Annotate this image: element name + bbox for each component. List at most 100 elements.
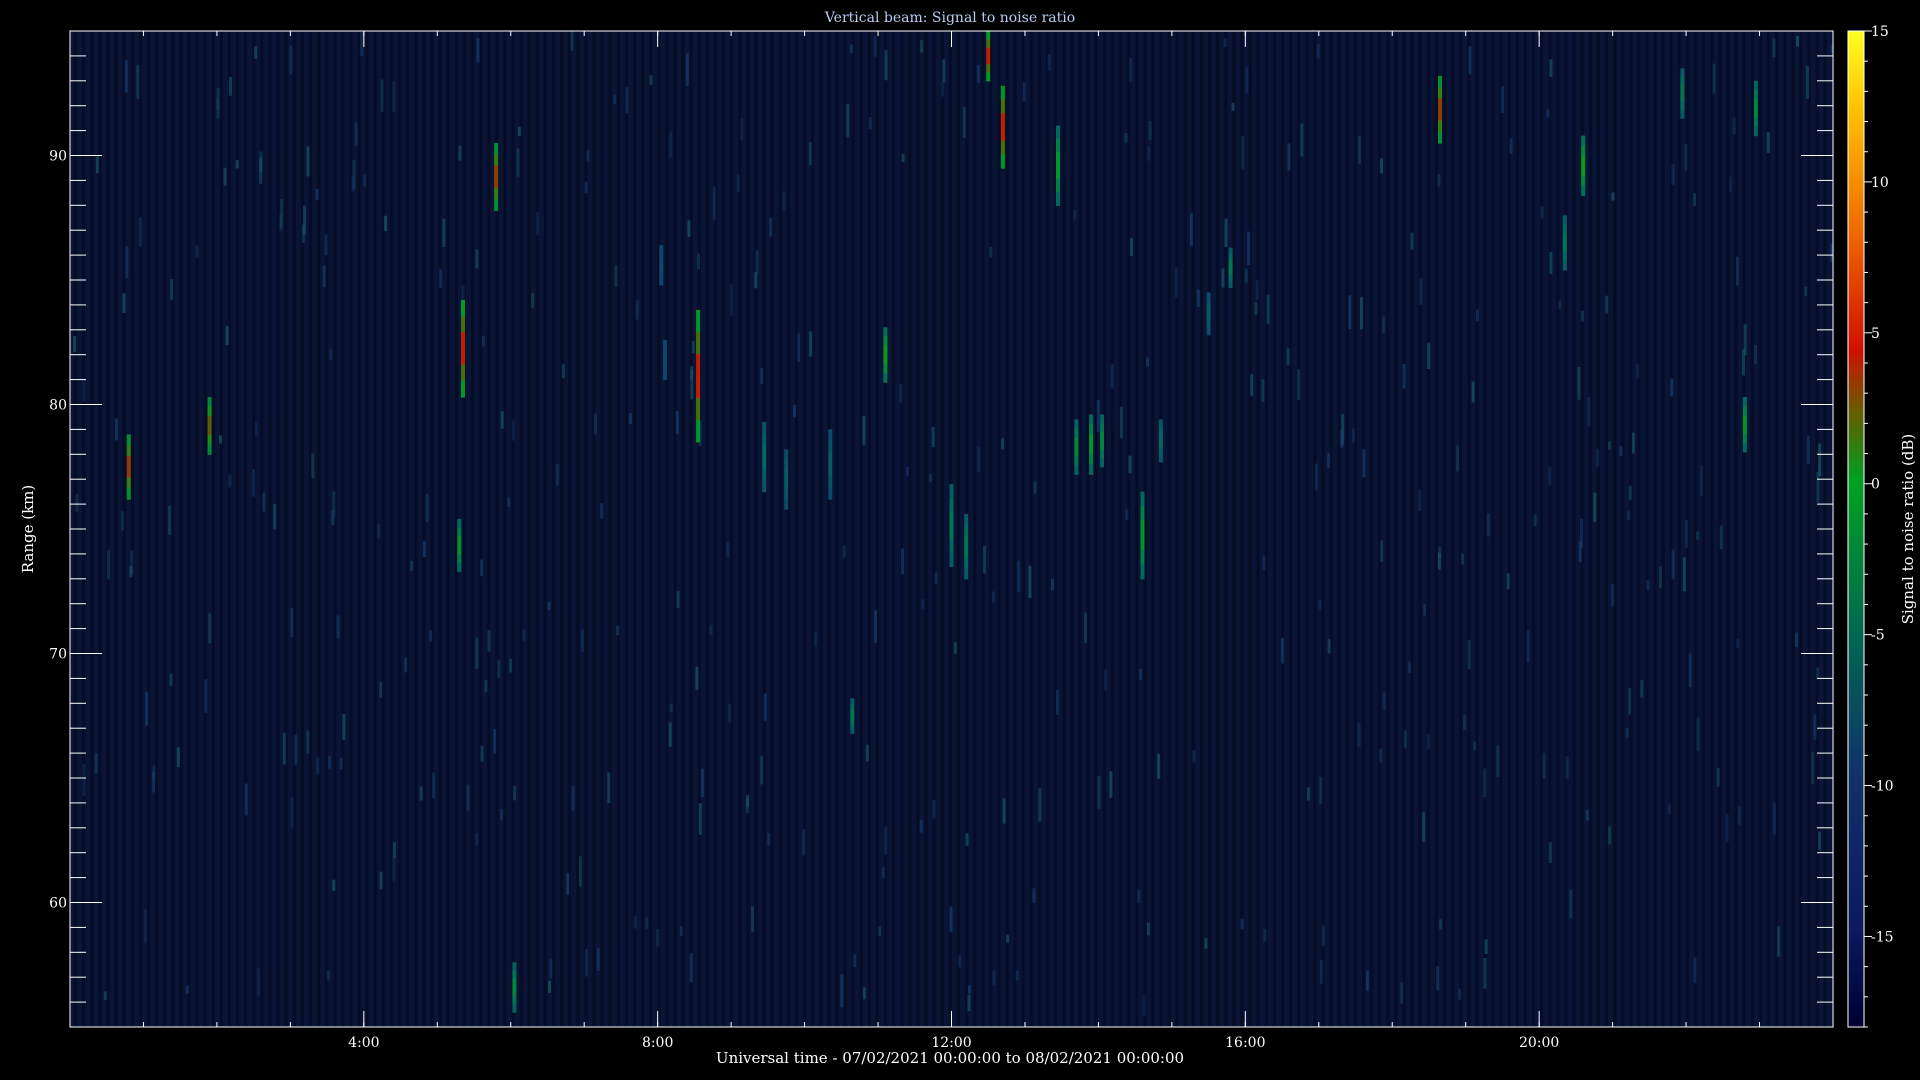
noise-streak: [306, 146, 310, 177]
noise-streak: [687, 220, 691, 237]
echo-segment: [828, 487, 833, 500]
data-gap-stripe: [114, 31, 118, 1027]
data-gap-stripe: [673, 31, 677, 1027]
data-gap-stripe: [1459, 31, 1463, 1027]
data-gap-stripe: [1418, 31, 1422, 1027]
echo-segment: [1000, 140, 1005, 155]
data-gap-stripe: [827, 31, 831, 1027]
data-gap-stripe: [1629, 31, 1633, 1027]
data-gap-stripe: [1702, 31, 1706, 1027]
noise-streak: [228, 474, 232, 488]
noise-streak: [1671, 164, 1675, 185]
data-gap-stripe: [438, 31, 442, 1027]
data-gap-stripe: [1224, 31, 1228, 1027]
noise-streak: [740, 118, 744, 140]
noise-streak: [555, 464, 559, 486]
echo-segment: [986, 39, 991, 49]
echo-segment: [1753, 108, 1758, 118]
data-gap-stripe: [155, 31, 159, 1027]
noise-streak: [649, 75, 653, 85]
noise-streak: [862, 415, 866, 446]
noise-streak: [1688, 653, 1692, 688]
noise-streak: [1119, 406, 1123, 439]
noise-streak: [1017, 560, 1021, 592]
data-gap-stripe: [203, 31, 207, 1027]
noise-streak: [1628, 485, 1632, 500]
echo-segment: [949, 552, 954, 567]
noise-streak: [475, 637, 479, 669]
x-tick-label: 4:00: [348, 1035, 379, 1051]
echo-segment: [663, 359, 667, 367]
noise-streak: [136, 65, 140, 99]
echo-segment: [1438, 98, 1442, 110]
noise-streak: [1754, 344, 1757, 365]
noise-streak: [570, 31, 574, 51]
echo-segment: [1158, 419, 1163, 428]
echo-segment: [1438, 120, 1442, 133]
data-gap-stripe: [1613, 31, 1617, 1027]
noise-streak: [1587, 397, 1591, 427]
data-gap-stripe: [317, 31, 321, 1027]
noise-streak: [1549, 251, 1553, 274]
noise-streak: [1103, 669, 1107, 691]
noise-streak: [1548, 466, 1552, 486]
noise-streak: [679, 926, 683, 936]
echo-segment: [461, 380, 465, 398]
echo-segment: [1100, 423, 1105, 433]
echo-segment: [696, 375, 701, 399]
data-gap-stripe: [657, 31, 661, 1027]
noise-streak: [223, 167, 227, 186]
noise-streak: [1410, 232, 1414, 250]
echo-segment: [1158, 440, 1163, 449]
data-gap-stripe: [1046, 31, 1050, 1027]
echo-segment: [1140, 549, 1145, 565]
noise-streak: [122, 293, 126, 314]
noise-streak: [1605, 295, 1609, 314]
noise-streak: [992, 970, 996, 986]
noise-streak: [1402, 364, 1406, 389]
noise-streak: [1549, 59, 1553, 77]
data-gap-stripe: [1677, 31, 1681, 1027]
data-gap-stripe: [1596, 31, 1600, 1027]
colorbar-tick-label: 0: [1871, 477, 1880, 493]
noise-streak: [548, 980, 551, 993]
noise-streak: [1266, 294, 1270, 324]
noise-streak: [339, 757, 343, 770]
noise-streak: [942, 59, 946, 83]
data-gap-stripe: [592, 31, 596, 1027]
data-gap-stripe: [997, 31, 1001, 1027]
echo-segment: [457, 553, 462, 564]
noise-streak: [1316, 44, 1320, 59]
noise-streak: [280, 198, 283, 228]
echo-segment: [659, 245, 664, 253]
noise-streak: [1736, 256, 1739, 286]
data-gap-stripe: [551, 31, 556, 1027]
echo-segment: [1680, 68, 1685, 78]
noise-streak: [107, 549, 110, 580]
noise-streak: [695, 666, 699, 690]
noise-streak: [497, 660, 501, 679]
noise-streak: [1437, 173, 1441, 187]
data-gap-stripe: [892, 31, 896, 1027]
x-tick-label: 8:00: [642, 1035, 673, 1051]
noise-streak: [1147, 146, 1151, 161]
echo-segment: [494, 187, 499, 200]
noise-streak: [709, 624, 713, 636]
noise-streak: [1546, 109, 1550, 118]
data-gap-stripe: [1799, 31, 1803, 1027]
noise-streak: [259, 151, 263, 173]
noise-streak: [1640, 680, 1644, 698]
echo-segment: [828, 452, 833, 465]
data-gap-stripe: [511, 31, 515, 1027]
echo-segment: [762, 421, 767, 435]
echo-segment: [1581, 155, 1586, 167]
noise-streak: [1423, 604, 1427, 616]
noise-streak: [1382, 316, 1386, 333]
data-gap-stripe: [794, 31, 799, 1027]
echo-segment: [1056, 192, 1060, 206]
y-tick-label: 80: [49, 398, 67, 414]
colorbar-axis: 15 10 5 0 -5 -10 -15: [1864, 24, 1894, 1028]
noise-streak: [1611, 192, 1615, 201]
noise-streak: [1015, 970, 1019, 981]
data-gap-stripe: [462, 31, 466, 1027]
